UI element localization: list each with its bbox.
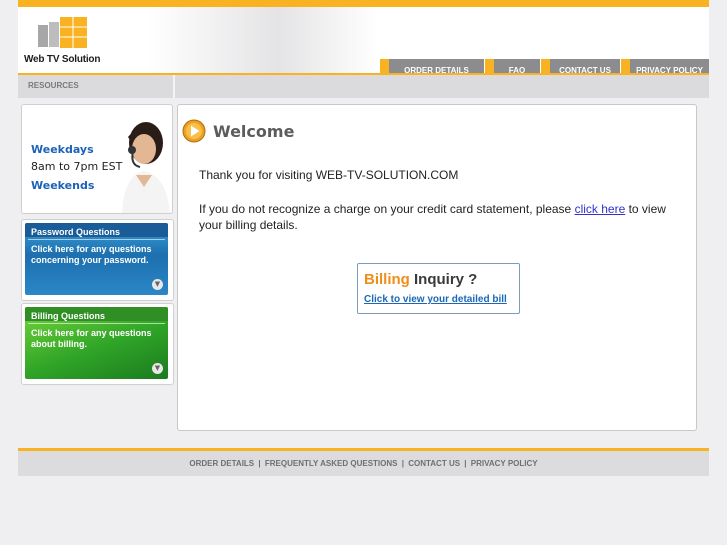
banner-text: Click here for any questions concerning … bbox=[31, 244, 152, 265]
footer: ORDER DETAILS | FREQUENTLY ASKED QUESTIO… bbox=[18, 451, 709, 476]
view-bill-link[interactable]: Click to view your detailed bill bbox=[364, 294, 507, 305]
billing-inquiry-button[interactable]: Billing Inquiry ? Click to view your det… bbox=[357, 263, 520, 314]
top-accent-bar bbox=[18, 0, 709, 7]
chevron-down-icon: ▼ bbox=[152, 279, 163, 290]
click-here-link[interactable]: click here bbox=[575, 202, 626, 216]
banner-inner: Password Questions Click here for any qu… bbox=[25, 223, 168, 295]
footer-link-contact-us[interactable]: CONTACT US bbox=[408, 459, 460, 468]
separator: | bbox=[464, 459, 467, 468]
billing-notice: If you do not recognize a charge on your… bbox=[199, 201, 679, 233]
main-panel: Welcome Thank you for visiting WEB-TV-SO… bbox=[177, 104, 697, 431]
password-questions-banner[interactable]: Password Questions Click here for any qu… bbox=[21, 219, 174, 301]
banner-title: Password Questions bbox=[31, 227, 121, 237]
banner-title: Billing Questions bbox=[31, 311, 106, 321]
weekends-label: Weekends bbox=[31, 179, 95, 192]
billing-questions-banner[interactable]: Billing Questions Click here for any que… bbox=[21, 303, 174, 385]
header: Web TV Solution ORDER DETAILS FAQ CONTAC… bbox=[18, 7, 709, 80]
page: Web TV Solution ORDER DETAILS FAQ CONTAC… bbox=[0, 0, 727, 545]
billing-inquiry-heading: Billing Inquiry ? bbox=[364, 271, 477, 288]
banner-rule bbox=[28, 239, 165, 240]
logo-icon bbox=[38, 17, 87, 48]
footer-link-faq[interactable]: FREQUENTLY ASKED QUESTIONS bbox=[265, 459, 398, 468]
thank-you-text: Thank you for visiting WEB-TV-SOLUTION.C… bbox=[199, 168, 459, 182]
weekdays-hours: 8am to 7pm EST bbox=[31, 160, 123, 173]
footer-links: ORDER DETAILS | FREQUENTLY ASKED QUESTIO… bbox=[18, 459, 709, 468]
footer-link-order-details[interactable]: ORDER DETAILS bbox=[189, 459, 254, 468]
weekdays-label: Weekdays bbox=[31, 143, 94, 156]
separator: | bbox=[401, 459, 404, 468]
heading-word-billing: Billing bbox=[364, 271, 410, 288]
divider bbox=[173, 75, 175, 98]
banner-inner: Billing Questions Click here for any que… bbox=[25, 307, 168, 379]
separator: | bbox=[258, 459, 261, 468]
play-arrow-icon bbox=[182, 119, 206, 143]
chevron-down-icon: ▼ bbox=[152, 363, 163, 374]
banner-rule bbox=[28, 323, 165, 324]
support-hours-box: Weekdays 8am to 7pm EST Weekends bbox=[21, 104, 173, 214]
footer-link-privacy-policy[interactable]: PRIVACY POLICY bbox=[471, 459, 538, 468]
banner-text: Click here for any questions about billi… bbox=[31, 328, 152, 349]
resources-bar: RESOURCES bbox=[18, 75, 709, 98]
resources-title: RESOURCES bbox=[28, 81, 79, 90]
support-agent-image bbox=[122, 122, 170, 213]
brand-name[interactable]: Web TV Solution bbox=[24, 54, 100, 65]
heading-word-inquiry: Inquiry ? bbox=[414, 271, 478, 288]
page-title: Welcome bbox=[213, 122, 295, 141]
notice-text: If you do not recognize a charge on your… bbox=[199, 202, 575, 216]
